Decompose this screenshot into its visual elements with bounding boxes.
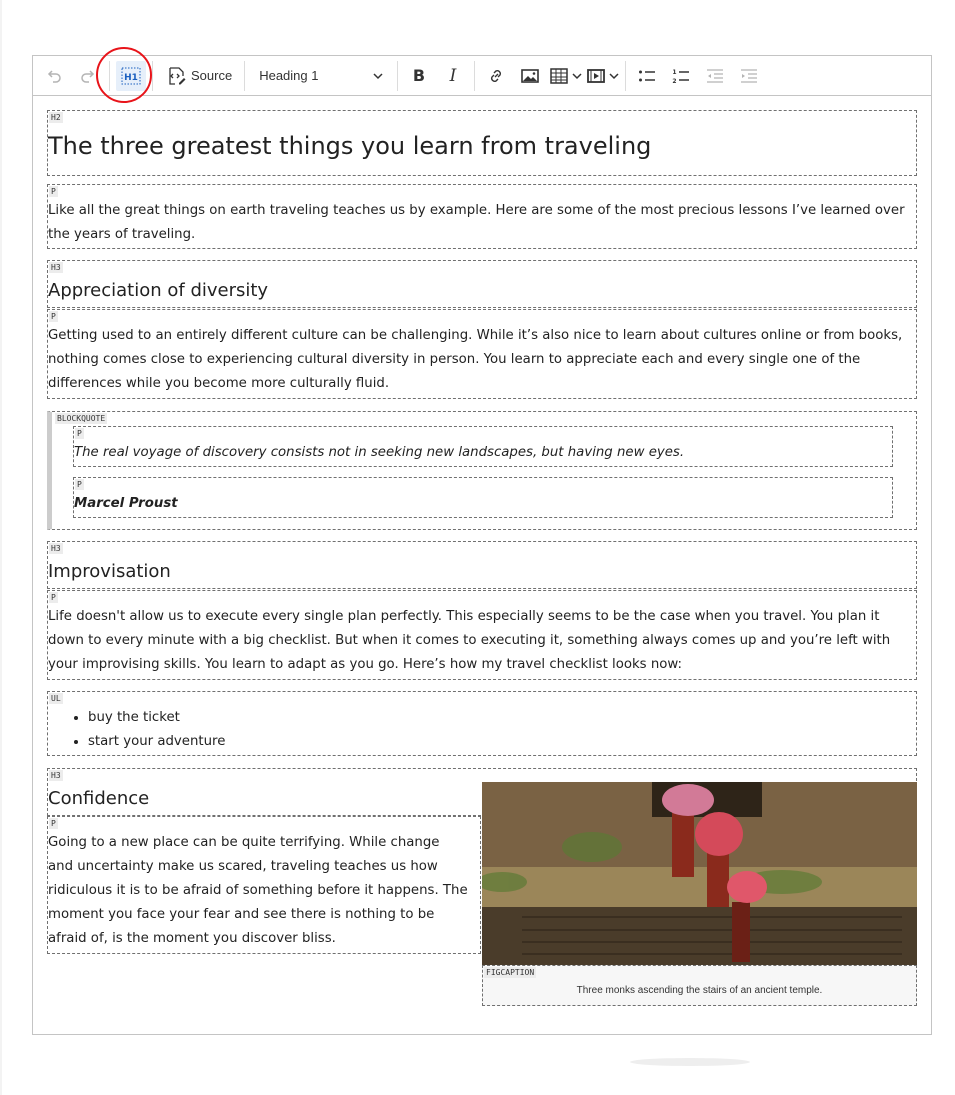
block-paragraph[interactable]: P Going to a new place can be quite terr… bbox=[47, 816, 481, 954]
toolbar-separator bbox=[474, 60, 476, 91]
block-tag-label: P bbox=[49, 186, 58, 197]
block-tag-label: P bbox=[49, 592, 58, 603]
list-item[interactable]: start your adventure bbox=[88, 730, 225, 754]
heading-text[interactable]: Confidence bbox=[48, 788, 149, 810]
page-title[interactable]: The three greatest things you learn from… bbox=[48, 131, 651, 161]
outdent-icon bbox=[707, 68, 724, 83]
indent-button[interactable] bbox=[734, 61, 764, 91]
svg-text:B: B bbox=[413, 66, 425, 85]
link-button[interactable] bbox=[481, 61, 511, 91]
monks-with-umbrellas-photo[interactable] bbox=[482, 782, 917, 965]
block-tag-label: H3 bbox=[49, 262, 63, 273]
insert-image-button[interactable] bbox=[515, 61, 545, 91]
drop-shadow bbox=[630, 1058, 750, 1066]
numbered-list-icon: 12 bbox=[673, 69, 690, 85]
block-paragraph[interactable]: P Like all the great things on earth tra… bbox=[47, 184, 917, 249]
source-label: Source bbox=[191, 68, 233, 83]
block-h3[interactable]: H3 Appreciation of diversity bbox=[47, 260, 917, 308]
outdent-button[interactable] bbox=[700, 61, 730, 91]
block-tag-label: P bbox=[75, 428, 84, 439]
image-figure[interactable]: FIGCAPTION Three monks ascending the sta… bbox=[482, 782, 917, 1006]
bold-icon: B bbox=[413, 66, 425, 85]
block-tag-label: P bbox=[75, 479, 84, 490]
bold-button[interactable]: B bbox=[404, 61, 434, 91]
block-paragraph[interactable]: P Getting used to an entirely different … bbox=[47, 309, 917, 399]
undo-icon bbox=[47, 69, 61, 83]
block-h2[interactable]: H2 The three greatest things you learn f… bbox=[47, 110, 917, 176]
insert-table-button[interactable] bbox=[549, 61, 582, 91]
block-paragraph[interactable]: P Marcel Proust bbox=[73, 477, 893, 518]
italic-button[interactable]: I bbox=[438, 61, 468, 91]
toolbar-separator bbox=[625, 60, 627, 91]
block-tag-label: H3 bbox=[49, 543, 63, 554]
show-blocks-icon: H1 bbox=[121, 67, 141, 84]
bulleted-list-button[interactable] bbox=[632, 61, 662, 91]
table-icon bbox=[550, 67, 568, 84]
source-icon bbox=[169, 66, 186, 85]
block-h3[interactable]: H3 Improvisation bbox=[47, 541, 917, 589]
chevron-down-icon bbox=[572, 72, 582, 79]
figure-caption[interactable]: Three monks ascending the stairs of an a… bbox=[483, 985, 916, 996]
list-item[interactable]: buy the ticket bbox=[88, 706, 225, 730]
block-list[interactable]: UL buy the ticket start your adventure bbox=[47, 691, 917, 756]
insert-media-button[interactable] bbox=[586, 61, 619, 91]
toolbar-separator bbox=[397, 60, 399, 91]
figure-caption-block[interactable]: FIGCAPTION Three monks ascending the sta… bbox=[482, 965, 917, 1006]
heading-dropdown-value: Heading 1 bbox=[259, 68, 319, 83]
image-icon bbox=[521, 68, 540, 83]
block-paragraph[interactable]: P The real voyage of discovery consists … bbox=[73, 426, 893, 467]
redo-icon bbox=[81, 69, 95, 83]
paragraph-text[interactable]: Life doesn't allow us to execute every s… bbox=[48, 605, 916, 677]
link-icon bbox=[491, 69, 502, 82]
rich-text-editor: H1 Source Heading 1 B I 1 2 H2 The three… bbox=[32, 55, 932, 1035]
svg-text:2: 2 bbox=[673, 78, 677, 85]
bulleted-list: buy the ticket start your adventure bbox=[48, 706, 225, 754]
heading-text[interactable]: Appreciation of diversity bbox=[48, 280, 268, 302]
block-blockquote[interactable]: BLOCKQUOTE P The real voyage of discover… bbox=[47, 411, 917, 530]
block-tag-label: H2 bbox=[49, 112, 63, 123]
block-tag-label: P bbox=[49, 311, 58, 322]
block-tag-label: BLOCKQUOTE bbox=[55, 413, 108, 424]
page-edge bbox=[0, 0, 2, 1095]
editor-toolbar: H1 Source Heading 1 B I 1 2 bbox=[33, 56, 931, 96]
toolbar-separator bbox=[152, 60, 153, 91]
media-icon bbox=[587, 68, 606, 83]
bulleted-list-icon bbox=[639, 70, 656, 81]
chevron-down-icon bbox=[373, 72, 383, 79]
quote-author[interactable]: Marcel Proust bbox=[74, 492, 178, 516]
toolbar-separator bbox=[109, 60, 110, 91]
indent-icon bbox=[741, 68, 758, 83]
chevron-down-icon bbox=[609, 72, 619, 79]
italic-icon: I bbox=[449, 66, 457, 86]
block-tag-label: P bbox=[49, 818, 58, 829]
block-tag-label: H3 bbox=[49, 770, 63, 781]
block-tag-label: UL bbox=[49, 693, 63, 704]
numbered-list-button[interactable]: 12 bbox=[666, 61, 696, 91]
photo-illustration bbox=[482, 782, 917, 965]
source-button[interactable]: Source bbox=[159, 61, 238, 91]
svg-text:H1: H1 bbox=[124, 73, 138, 83]
svg-text:I: I bbox=[449, 66, 457, 86]
show-blocks-button[interactable]: H1 bbox=[116, 60, 146, 91]
heading-text[interactable]: Improvisation bbox=[48, 561, 171, 583]
toolbar-separator bbox=[244, 60, 246, 91]
paragraph-text[interactable]: Like all the great things on earth trave… bbox=[48, 199, 916, 247]
undo-button[interactable] bbox=[39, 61, 69, 91]
quote-text[interactable]: The real voyage of discovery consists no… bbox=[74, 441, 684, 465]
svg-text:1: 1 bbox=[673, 69, 677, 76]
paragraph-text[interactable]: Going to a new place can be quite terrif… bbox=[48, 831, 468, 951]
heading-dropdown[interactable]: Heading 1 bbox=[251, 61, 391, 91]
paragraph-text[interactable]: Getting used to an entirely different cu… bbox=[48, 324, 916, 396]
block-paragraph[interactable]: P Life doesn't allow us to execute every… bbox=[47, 590, 917, 680]
redo-button[interactable] bbox=[73, 61, 103, 91]
block-tag-label: FIGCAPTION bbox=[484, 967, 537, 978]
